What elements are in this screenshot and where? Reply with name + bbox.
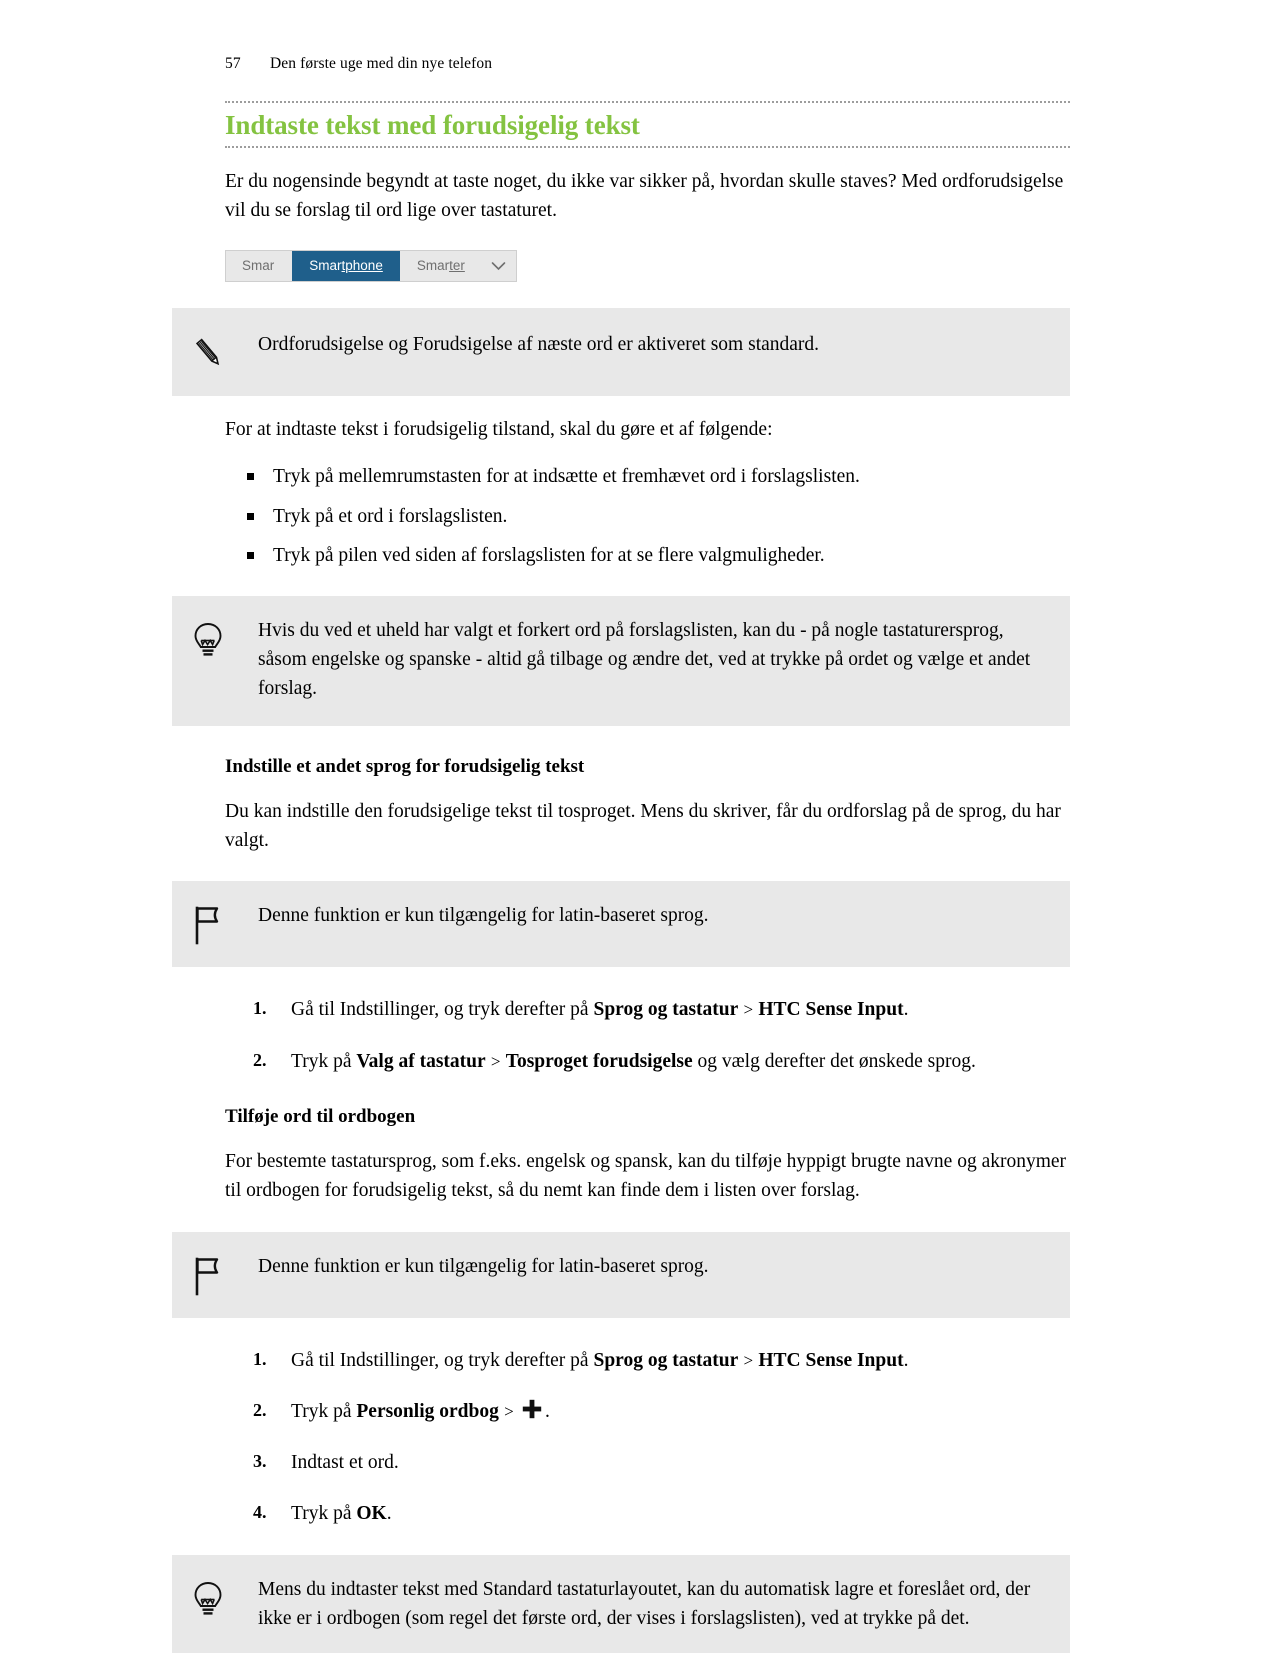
list-item: Tryk på OK.	[253, 1499, 1070, 1528]
step-bold-2: Tosproget forudsigelse	[505, 1050, 693, 1072]
suggestion-prefix-2: Smar	[416, 258, 450, 274]
lightbulb-icon	[188, 616, 258, 662]
flag-text-2: Denne funktion er kun tilgængelig for la…	[258, 1255, 709, 1277]
step-bold-2: HTC Sense Input	[758, 1349, 904, 1371]
step-bold-1: OK	[356, 1503, 387, 1525]
howto-lead: For at indtaste tekst i forudsigelig til…	[225, 418, 773, 440]
body-column: Er du nogensinde begyndt at taste noget,…	[225, 168, 1070, 282]
step-prefix: Gå til Indstillinger, og tryk derefter p…	[291, 1349, 594, 1371]
step-suffix: .	[544, 1400, 550, 1422]
list-item: Gå til Indstillinger, og tryk derefter p…	[253, 1346, 1070, 1375]
language-steps-block: Gå til Indstillinger, og tryk derefter p…	[225, 995, 1070, 1205]
list-item: Tryk på mellemrumstasten for at indsætte…	[243, 462, 1070, 491]
note-callout: Ordforudsigelse og Forudsigelse af næste…	[172, 307, 1070, 396]
dictionary-steps-block: Gå til Indstillinger, og tryk derefter p…	[225, 1346, 1070, 1529]
chevron-down-icon[interactable]	[482, 251, 516, 281]
step-bold-1: Sprog og tastatur	[593, 1349, 739, 1371]
tip-callout-2: Mens du indtaster tekst med Standard tas…	[172, 1554, 1070, 1653]
step-suffix: .	[903, 1349, 909, 1371]
step-separator: >	[739, 1000, 758, 1020]
howto-bullet-list: Tryk på mellemrumstasten for at indsætte…	[225, 462, 1070, 570]
step-prefix: Tryk på	[291, 1503, 357, 1525]
step-suffix: .	[386, 1503, 392, 1525]
list-item: Indtast et ord.	[253, 1448, 399, 1475]
suggestion-prefix: Smar	[309, 258, 342, 274]
lightbulb-icon	[188, 1575, 258, 1621]
list-item: Tryk på et ord i forslagslisten.	[243, 502, 1070, 531]
suggestion-underlined-2: ter	[449, 258, 465, 274]
page-header: 57 Den første uge med din nye telefon	[225, 55, 1275, 73]
dictionary-step-list: Gå til Indstillinger, og tryk derefter p…	[225, 1346, 1070, 1529]
note-text: Ordforudsigelse og Forudsigelse af næste…	[258, 333, 820, 355]
suggestion-item-1-selected[interactable]: Smar tphone	[292, 250, 400, 281]
intro-paragraph: Er du nogensinde begyndt at taste noget,…	[225, 170, 1064, 221]
section-heading-block: Indtaste tekst med forudsigelig tekst	[225, 101, 1070, 148]
step-separator: >	[739, 1350, 758, 1370]
step-bold-1: Sprog og tastatur	[593, 999, 739, 1021]
language-section: Indstille et andet sprog for forudsigeli…	[225, 756, 1070, 856]
step-prefix: Tryk på	[291, 1400, 357, 1422]
step-separator: >	[499, 1401, 518, 1421]
howto-block: For at indtaste tekst i forudsigelig til…	[225, 416, 1070, 571]
step-suffix: og vælg derefter det ønskede sprog.	[692, 1050, 976, 1072]
suggestion-underlined: tphone	[341, 258, 383, 274]
rule-bottom	[225, 145, 1070, 148]
step-bold-1: Personlig ordbog	[356, 1400, 499, 1422]
flag-icon	[188, 901, 258, 947]
flag-text-1: Denne funktion er kun tilgængelig for la…	[258, 905, 709, 927]
breadcrumb: Den første uge med din nye telefon	[270, 55, 493, 72]
step-bold-1: Valg af tastatur	[356, 1050, 486, 1072]
step-prefix: Tryk på	[291, 1050, 357, 1072]
subsection-heading-language: Indstille et andet sprog for forudsigeli…	[225, 755, 585, 777]
list-item: Tryk på Personlig ordbog > .	[253, 1397, 1070, 1426]
step-prefix: Gå til Indstillinger, og tryk derefter p…	[291, 999, 594, 1021]
page-title: Indtaste tekst med forudsigelig tekst	[225, 110, 640, 140]
list-item: Tryk på Valg af tastatur > Tosproget for…	[253, 1047, 1070, 1076]
list-item: Tryk på pilen ved siden af forslagsliste…	[243, 541, 1070, 570]
suggestion-item-0[interactable]: Smar	[226, 251, 292, 281]
language-step-list: Gå til Indstillinger, og tryk derefter p…	[225, 995, 1070, 1076]
tip-text-2: Mens du indtaster tekst med Standard tas…	[258, 1578, 1031, 1629]
suggestion-item-2[interactable]: Smar ter	[400, 251, 482, 281]
keyboard-suggestion-bar[interactable]: Smar Smar tphone Smar ter	[225, 249, 517, 282]
tip-text-1: Hvis du ved et uheld har valgt et forker…	[258, 620, 1031, 699]
plus-icon	[521, 1398, 543, 1420]
page-number: 57	[225, 55, 241, 72]
step-suffix: .	[903, 999, 909, 1021]
step-separator: >	[486, 1051, 505, 1071]
flag-callout-1: Denne funktion er kun tilgængelig for la…	[172, 881, 1070, 968]
list-item: Gå til Indstillinger, og tryk derefter p…	[253, 995, 1070, 1024]
manual-page: 57 Den første uge med din nye telefon In…	[0, 0, 1275, 1653]
language-paragraph: Du kan indstille den forudsigelige tekst…	[225, 800, 1061, 851]
pen-icon	[188, 330, 258, 374]
tip-callout-1: Hvis du ved et uheld har valgt et forker…	[172, 596, 1070, 726]
subsection-heading-dictionary: Tilføje ord til ordbogen	[225, 1105, 416, 1127]
dictionary-paragraph: For bestemte tastatursprog, som f.eks. e…	[225, 1150, 1067, 1201]
flag-callout-2: Denne funktion er kun tilgængelig for la…	[172, 1231, 1070, 1318]
flag-icon	[188, 1252, 258, 1298]
step-bold-2: HTC Sense Input	[758, 999, 904, 1021]
